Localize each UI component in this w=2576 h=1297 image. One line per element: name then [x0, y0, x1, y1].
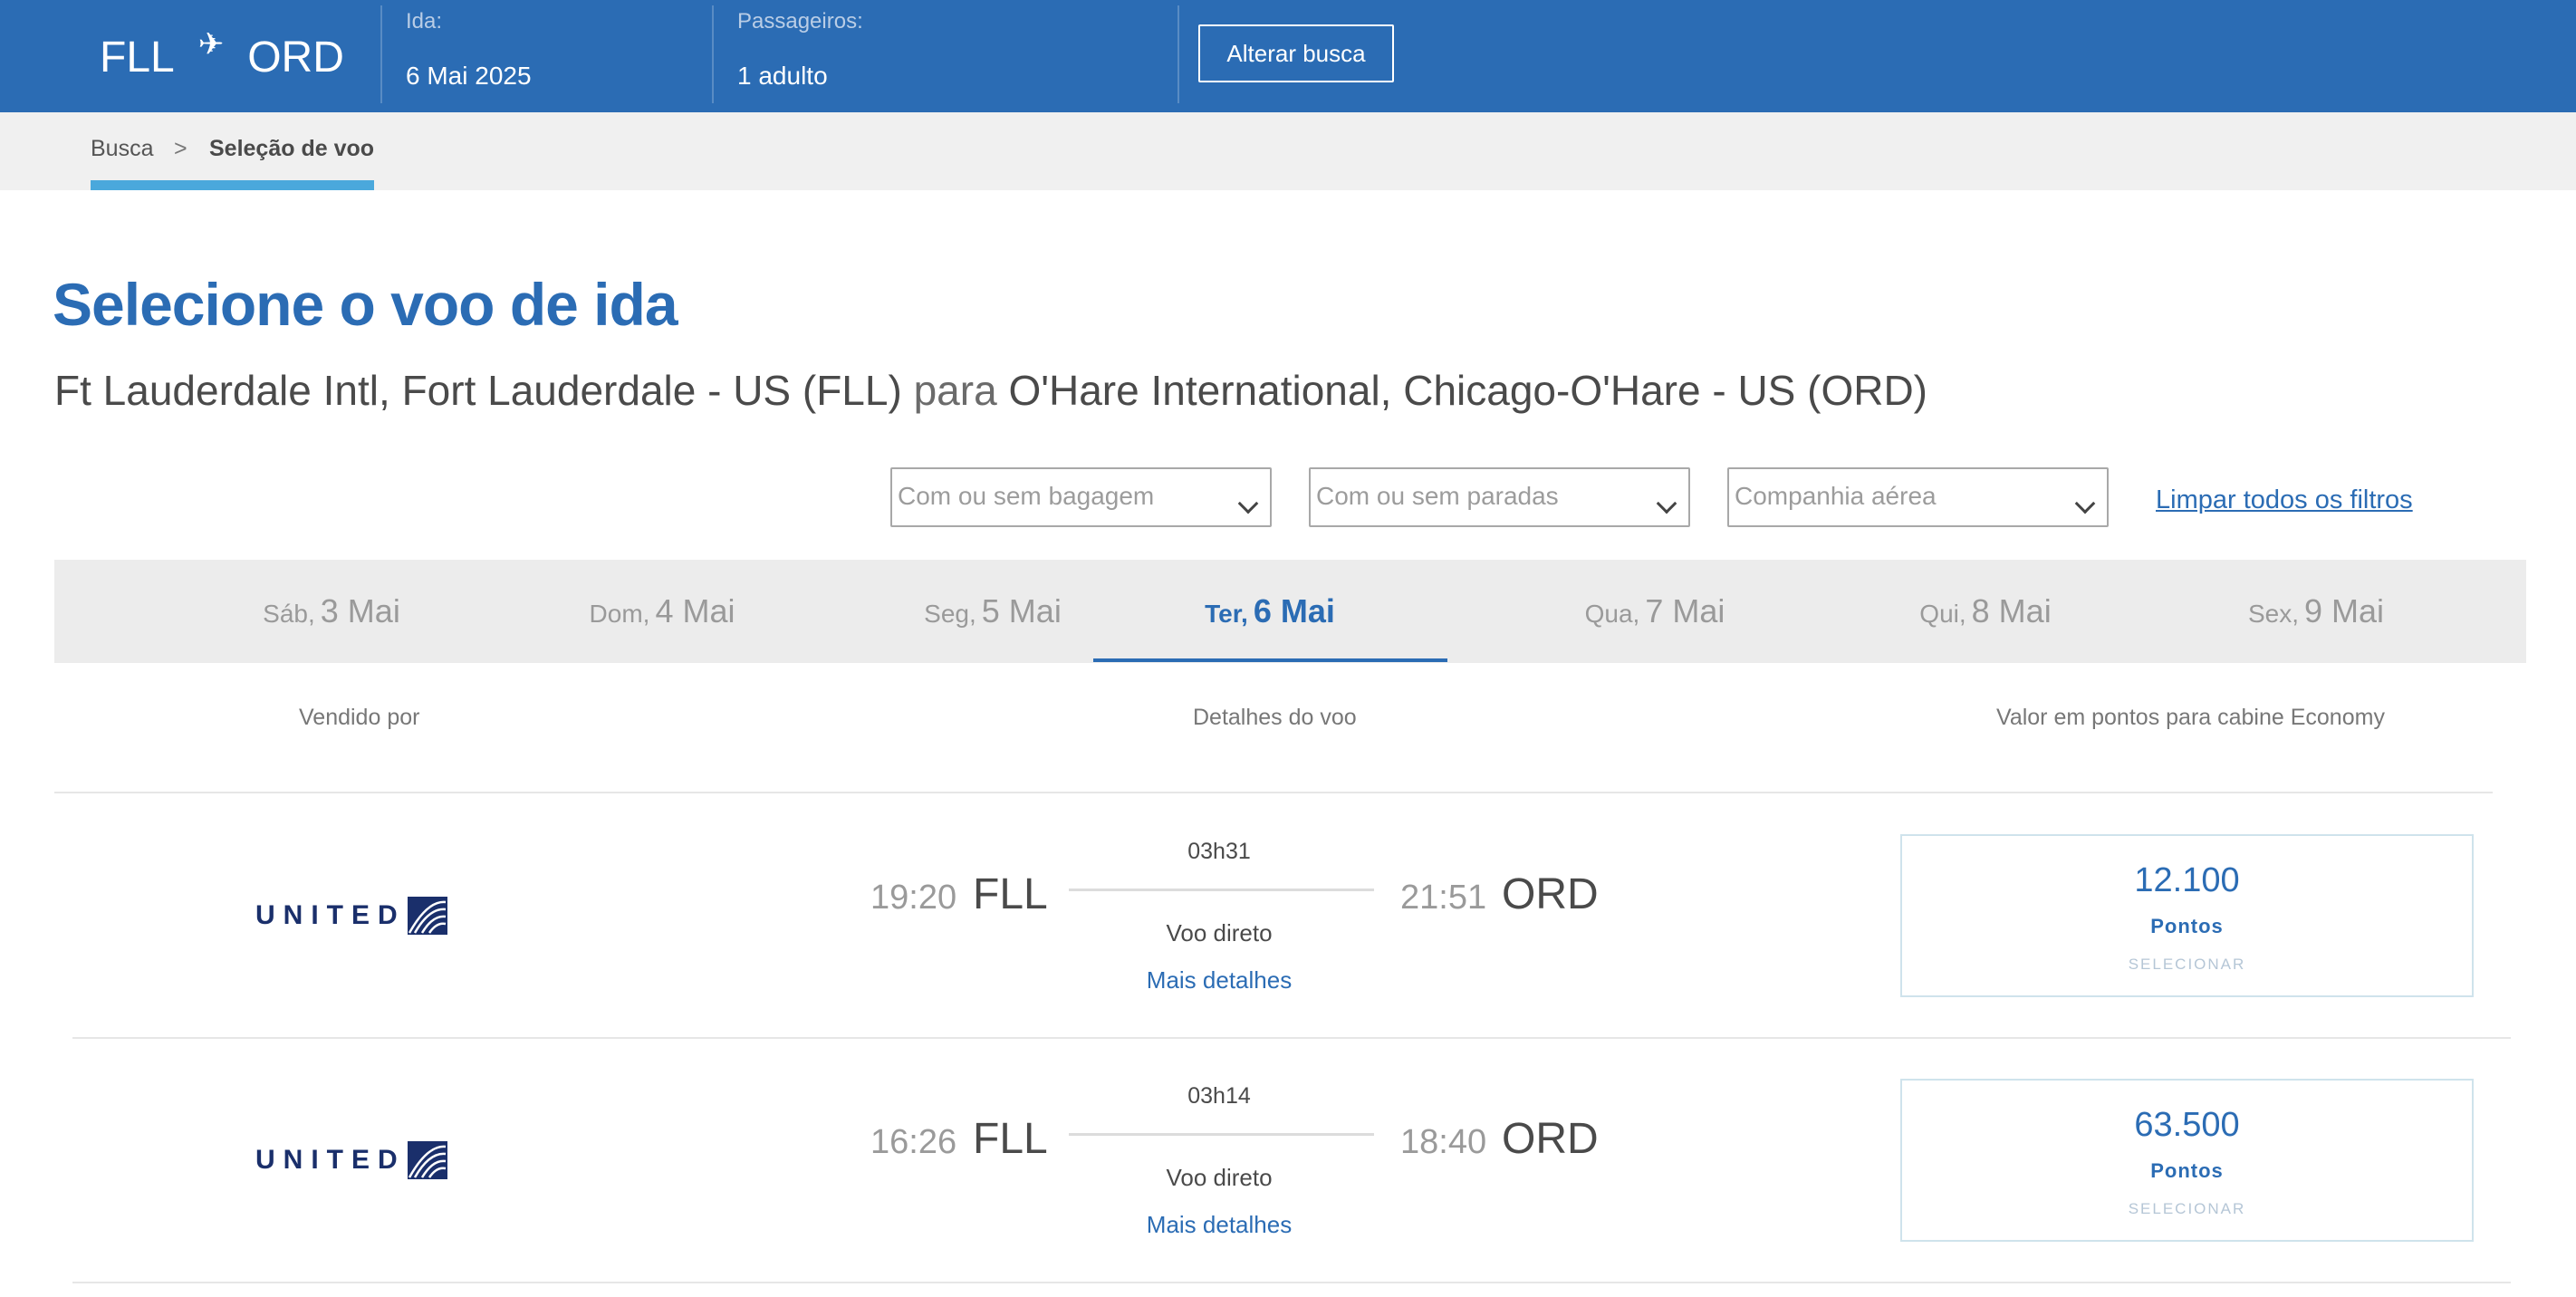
chevron-down-icon — [2074, 493, 2096, 514]
airline-filter-value: Companhia aérea — [1735, 482, 1937, 510]
date-tab-thu[interactable]: Qui, 8 Mai — [1809, 560, 2162, 663]
baggage-filter-select[interactable]: Com ou sem bagagem — [890, 467, 1272, 527]
destination-airport: O'Hare International, Chicago-O'Hare - U… — [1008, 367, 1927, 414]
row-separator — [72, 1037, 2511, 1039]
date-tab-day: 3 Mai — [320, 592, 400, 629]
points-label: Pontos — [2150, 915, 2224, 937]
stops-info: Voo direto — [1166, 919, 1273, 946]
change-search-button[interactable]: Alterar busca — [1198, 24, 1394, 82]
departure-airport-code: FLL — [973, 870, 1048, 918]
date-tab-dow: Qua, — [1584, 600, 1640, 628]
select-label: SELECIONAR — [2128, 1200, 2246, 1217]
points-label: Pontos — [2150, 1159, 2224, 1182]
route-description: Ft Lauderdale Intl, Fort Lauderdale - US… — [54, 366, 1927, 415]
airline-filter-select[interactable]: Companhia aérea — [1727, 467, 2109, 527]
date-tab-dow: Ter, — [1205, 600, 1248, 628]
united-globe-logo — [407, 897, 447, 935]
date-tab-day: 4 Mai — [655, 592, 735, 629]
date-tab-dow: Dom, — [589, 600, 650, 628]
select-fare-button[interactable]: 12.100 Pontos SELECIONAR — [1900, 834, 2474, 997]
date-tab-dow: Sáb, — [263, 600, 315, 628]
select-label: SELECIONAR — [2128, 956, 2246, 973]
airline-wordmark: UNITED — [255, 1145, 406, 1175]
selected-date-indicator — [1093, 658, 1447, 662]
stops-info: Voo direto — [1166, 1164, 1273, 1191]
airline-logo: UNITED — [255, 1141, 447, 1179]
header-divider — [712, 5, 714, 103]
flight-track-line — [1069, 1133, 1374, 1136]
column-flight-details: Detalhes do voo — [1193, 705, 1357, 730]
arrival-time: 21:51 — [1400, 879, 1487, 917]
breadcrumb-separator: > — [174, 136, 187, 161]
baggage-filter-value: Com ou sem bagagem — [898, 482, 1155, 510]
page-title: Selecione o voo de ida — [53, 271, 678, 338]
departure-time: 19:20 — [870, 879, 957, 917]
chevron-down-icon — [1656, 493, 1677, 514]
header-divider — [1177, 5, 1179, 103]
date-tab-day: 9 Mai — [2304, 592, 2385, 629]
flight-duration: 03h31 — [1187, 839, 1251, 864]
flight-track-line — [1069, 889, 1374, 891]
date-tab-day: 5 Mai — [981, 592, 1062, 629]
date-tab-tue-selected[interactable]: Ter, 6 Mai — [1093, 560, 1447, 663]
date-tab-day: 8 Mai — [1971, 592, 2052, 629]
date-tab-day: 7 Mai — [1645, 592, 1725, 629]
arrival-time: 18:40 — [1400, 1123, 1487, 1161]
departure-airport-code: FLL — [973, 1115, 1048, 1163]
destination-code: ORD — [247, 33, 344, 82]
date-tab-wed[interactable]: Qua, 7 Mai — [1478, 560, 1831, 663]
departure-date: 6 Mai 2025 — [406, 62, 532, 90]
points-value: 63.500 — [2134, 1106, 2240, 1144]
chevron-down-icon — [1237, 493, 1259, 514]
date-tab-dow: Qui, — [1919, 600, 1966, 628]
search-summary-bar: FLL ✈ ORD Ida: 6 Mai 2025 Passageiros: 1… — [0, 0, 2576, 112]
date-tab-sat[interactable]: Sáb, 3 Mai — [155, 560, 508, 663]
route-connector: para — [913, 367, 997, 414]
points-value: 12.100 — [2134, 861, 2240, 899]
row-separator — [72, 1282, 2511, 1283]
stops-filter-select[interactable]: Com ou sem paradas — [1309, 467, 1690, 527]
breadcrumb-current: Seleção de voo — [209, 136, 375, 161]
arrival-airport-code: ORD — [1502, 1115, 1599, 1163]
more-details-link[interactable]: Mais detalhes — [1065, 966, 1373, 994]
stops-filter-value: Com ou sem paradas — [1316, 482, 1559, 510]
flight-duration: 03h14 — [1187, 1083, 1251, 1109]
breadcrumb: Busca > Seleção de voo — [0, 112, 2576, 190]
date-tab-day: 6 Mai — [1253, 592, 1335, 629]
arrival-airport-code: ORD — [1502, 870, 1599, 918]
origin-code: FLL — [100, 33, 175, 82]
clear-filters-link[interactable]: Limpar todos os filtros — [2156, 485, 2413, 515]
header-separator — [54, 792, 2493, 793]
header-divider — [380, 5, 382, 103]
departure-time: 16:26 — [870, 1123, 957, 1161]
airline-logo: UNITED — [255, 897, 447, 935]
select-fare-button[interactable]: 63.500 Pontos SELECIONAR — [1900, 1079, 2474, 1242]
passengers-value: 1 adulto — [737, 62, 828, 90]
airline-wordmark: UNITED — [255, 900, 406, 930]
route-summary: FLL ✈ ORD — [100, 27, 344, 87]
column-points: Valor em pontos para cabine Economy — [1996, 705, 2385, 730]
united-globe-logo — [407, 1141, 447, 1179]
breadcrumb-search-link[interactable]: Busca — [91, 136, 153, 162]
airplane-icon: ✈ — [197, 27, 225, 62]
origin-airport: Ft Lauderdale Intl, Fort Lauderdale - US… — [54, 367, 902, 414]
breadcrumb-active-indicator — [91, 180, 374, 190]
departure-label: Ida: — [406, 9, 443, 34]
more-details-link[interactable]: Mais detalhes — [1065, 1211, 1373, 1239]
date-tab-dow: Seg, — [924, 600, 976, 628]
column-sold-by: Vendido por — [299, 705, 420, 730]
date-tab-fri[interactable]: Sex, 9 Mai — [2139, 560, 2493, 663]
date-selector: Sáb, 3 Mai Dom, 4 Mai Seg, 5 Mai Ter, 6 Mai … — [54, 560, 2526, 663]
passengers-label: Passageiros: — [737, 9, 863, 34]
date-tab-dow: Sex, — [2247, 600, 2299, 628]
date-tab-sun[interactable]: Dom, 4 Mai — [485, 560, 839, 663]
